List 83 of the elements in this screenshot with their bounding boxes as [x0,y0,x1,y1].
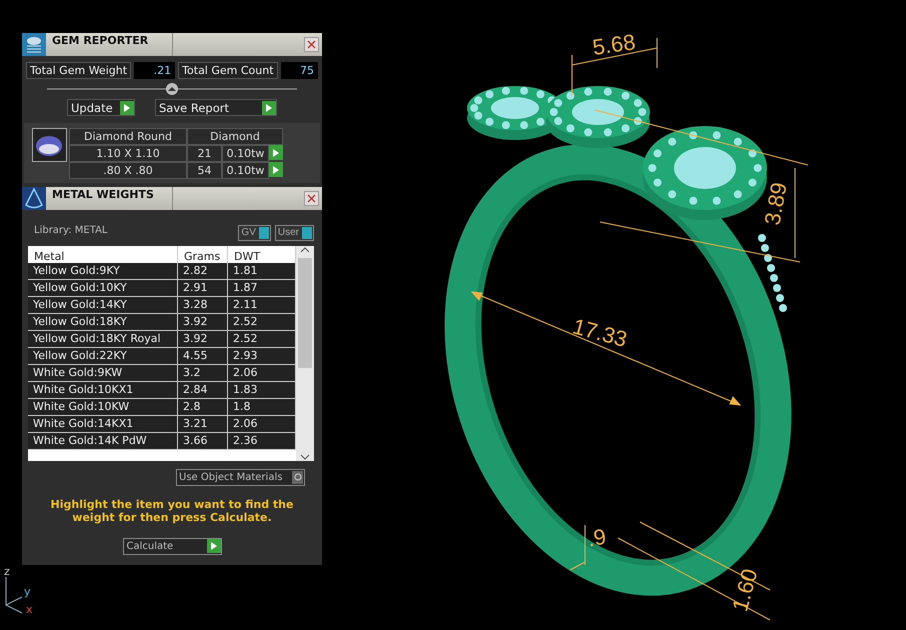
table-cell: 2.93 [228,348,296,364]
table-cell: White Gold:10KX1 [28,382,178,398]
gem-size-cell: 1.10 X 1.10 [69,145,187,162]
scroll-down-icon[interactable] [300,452,310,460]
axis-label: z [4,565,10,578]
table-cell: Yellow Gold:18KY Royal [28,330,178,348]
close-icon [307,194,316,203]
gem-column-header: Diamond [187,128,283,145]
table-cell: 2.52 [228,330,296,348]
table-cell: White Gold:14K PdW [28,432,178,450]
table-cell: 3.21 [178,416,228,432]
dimension-label: .9 [585,524,608,552]
gem-column-header: Diamond Round [69,128,187,145]
table-cell: 1.81 [228,262,296,280]
table-cell: White Gold:9KW [28,364,178,382]
divider-handle[interactable] [47,83,297,95]
table-cell: 4.55 [178,348,228,364]
table-cell: 1.8 [228,398,296,416]
scrollbar-thumb[interactable] [298,258,312,368]
calculate-button[interactable]: Calculate [122,538,222,554]
table-cell: Yellow Gold:10KY [28,280,178,296]
action-button[interactable]: Save Report [155,99,277,116]
report-icon [22,33,46,56]
play-button[interactable] [269,162,283,177]
instruction-text: Highlight the item you want to find the weight for then press Calculate. [50,496,294,524]
table-cell: Yellow Gold:22KY [28,348,178,364]
gem-count-cell: 21 [187,145,222,162]
table-cell: 2.84 [178,382,228,398]
use-object-materials-button[interactable]: Use Object Materials [176,468,305,486]
stat-value: 75 [280,62,318,79]
table-cell: 2.52 [228,314,296,330]
stat-label: Total Gem Count [178,62,278,79]
play-icon [266,104,272,112]
play-icon [210,542,216,550]
table-cell: Yellow Gold:14KY [28,296,178,314]
dimension-label: 3.89 [760,180,792,227]
table-cell: 2.06 [228,364,296,382]
dimension-label: 17.33 [570,314,630,352]
gem-weight-cell: 0.10tw [222,162,269,179]
play-icon [273,166,279,174]
table-cell: 2.91 [178,280,228,296]
table-cell: 2.82 [178,262,228,280]
library-label: Library: METAL [34,224,108,236]
table-cell: 3.28 [178,296,228,314]
table-cell: Yellow Gold:18KY [28,314,178,330]
play-icon [124,104,130,112]
gem-weight-cell: 0.10tw [222,145,269,162]
scrollbar[interactable] [296,246,314,460]
panel-title: METAL WEIGHTS [46,187,173,210]
table-cell: White Gold:14KX1 [28,416,178,432]
play-button[interactable] [269,145,283,160]
panel-title: GEM REPORTER [46,33,173,56]
radio-icon [294,473,302,481]
gem-icon [32,128,67,162]
dimension-label: 1.60 [727,566,762,614]
table-cell: 3.2 [178,364,228,382]
table-cell: 3.66 [178,432,228,450]
gem-count-cell: 54 [187,162,222,179]
action-button[interactable]: Update [67,99,135,116]
stat-label: Total Gem Weight [26,62,132,79]
dimension-label: 5.68 [591,29,637,60]
table-cell: White Gold:10KW [28,398,178,416]
close-icon [307,40,316,49]
table-cell: Yellow Gold:9KY [28,262,178,280]
table-cell: 2.8 [178,398,228,416]
cone-icon [22,187,46,210]
table-cell: 3.92 [178,330,228,348]
play-icon [273,148,279,156]
toggle-button[interactable]: GV [238,224,271,240]
table-cell: 2.36 [228,432,296,450]
table-cell: 3.92 [178,314,228,330]
table-cell: 2.06 [228,416,296,432]
stat-value: .21 [134,62,176,79]
toggle-button[interactable]: User [274,224,314,240]
axis-label: x [26,603,33,616]
close-button[interactable] [304,191,319,206]
scroll-up-icon[interactable] [300,246,310,254]
gem-size-cell: .80 X .80 [69,162,187,179]
table-cell: 2.11 [228,296,296,314]
axis-label: y [24,585,31,598]
close-button[interactable] [304,37,319,52]
table-cell: 1.83 [228,382,296,398]
table-cell: 1.87 [228,280,296,296]
